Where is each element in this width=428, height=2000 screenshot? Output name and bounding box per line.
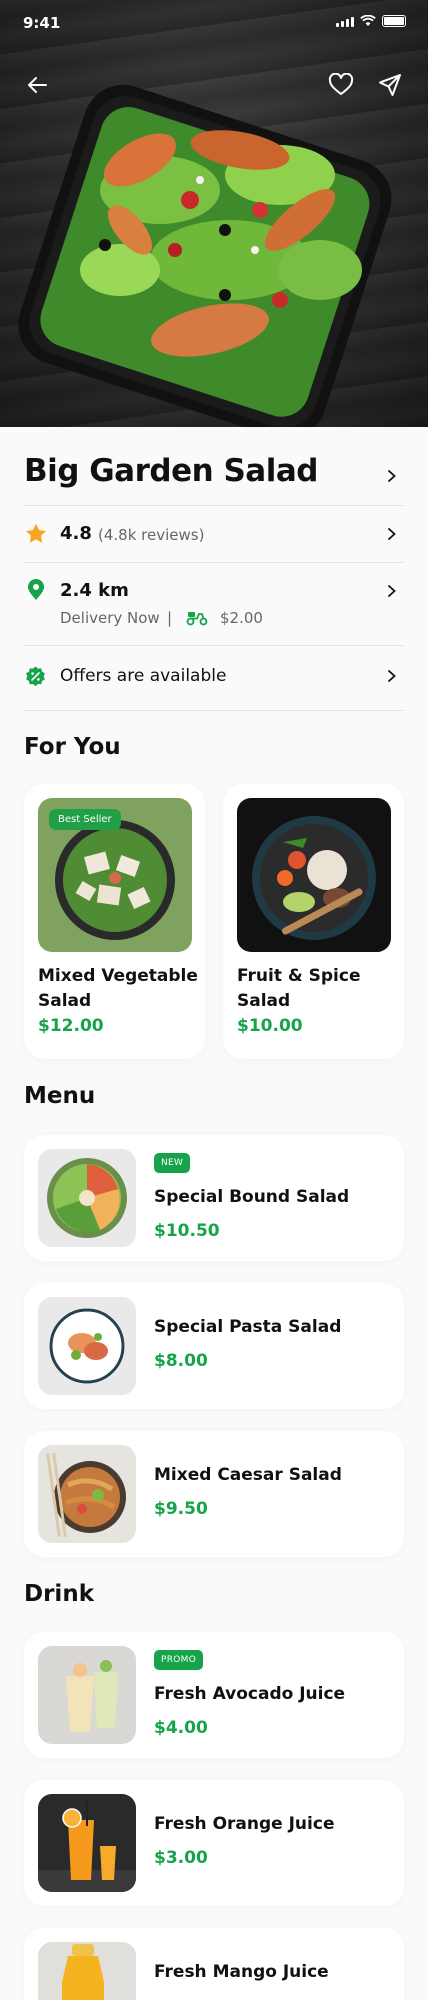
mixed-vegetable-salad-image: Best Seller (38, 798, 192, 952)
salad-bowl-image (18, 84, 392, 427)
hero-image: 9:41 (0, 0, 428, 427)
signal-icon (336, 17, 354, 27)
item-name: Fruit & Spice Salad (237, 966, 361, 1011)
item-price: $9.50 (154, 1499, 208, 1519)
discount-badge-icon (26, 666, 45, 687)
promo-tag: PROMO (154, 1650, 204, 1670)
chevron-right-icon (388, 670, 396, 682)
special-bound-salad-image (38, 1149, 136, 1247)
send-icon (379, 74, 401, 96)
item-price: $8.00 (154, 1351, 208, 1371)
item-name: Special Pasta Salad (154, 1317, 342, 1337)
menu-item-card[interactable]: Mixed Caesar Salad $9.50 (24, 1431, 404, 1557)
arrow-left-icon (28, 77, 47, 93)
divider (24, 710, 404, 711)
item-name: Mixed Caesar Salad (154, 1465, 342, 1485)
fruit-spice-salad-image (237, 798, 391, 952)
product-title: Big Garden Salad (24, 453, 318, 489)
chevron-right-icon (388, 528, 396, 540)
rating-value: 4.8 (60, 523, 92, 544)
offers-text: Offers are available (60, 666, 227, 686)
item-price: $10.50 (154, 1221, 220, 1241)
fresh-avocado-juice-image (38, 1646, 136, 1744)
delivery-status: Delivery Now (60, 609, 160, 627)
best-seller-badge: Best Seller (49, 809, 121, 830)
mixed-caesar-salad-image (38, 1445, 136, 1543)
delivery-row[interactable]: 2.4 km Delivery Now | $2.00 (24, 563, 404, 647)
item-price: $12.00 (38, 1016, 104, 1036)
for-you-title: For You (24, 734, 121, 760)
chevron-right-icon (388, 470, 396, 482)
item-name: Fresh Avocado Juice (154, 1684, 346, 1704)
distance-value: 2.4 km (60, 580, 129, 601)
wifi-icon (360, 15, 376, 26)
rating-row[interactable]: 4.8 (4.8k reviews) (24, 506, 404, 562)
item-price: $10.00 (237, 1016, 303, 1036)
drink-item-card[interactable]: PROMO Fresh Avocado Juice $4.00 (24, 1632, 404, 1758)
item-name: Mixed Vegetable Salad (38, 966, 198, 1011)
fresh-orange-juice-image (38, 1794, 136, 1892)
special-pasta-salad-image (38, 1297, 136, 1395)
menu-title: Menu (24, 1083, 96, 1109)
delivery-fee: $2.00 (220, 609, 263, 627)
menu-item-card[interactable]: NEW Special Bound Salad $10.50 (24, 1135, 404, 1261)
favorite-button[interactable] (324, 68, 358, 102)
item-name: Special Bound Salad (154, 1187, 350, 1207)
title-row[interactable]: Big Garden Salad (24, 453, 404, 501)
separator: | (167, 609, 173, 627)
review-count: (4.8k reviews) (98, 526, 205, 544)
offers-row[interactable]: Offers are available (24, 646, 404, 708)
drink-title: Drink (24, 1581, 94, 1607)
battery-icon (382, 15, 406, 27)
drink-item-card[interactable]: Fresh Orange Juice $3.00 (24, 1780, 404, 1906)
status-bar: 9:41 (0, 0, 428, 44)
scooter-icon (186, 612, 208, 626)
new-tag: NEW (154, 1153, 191, 1173)
menu-item-card[interactable]: Special Pasta Salad $8.00 (24, 1283, 404, 1409)
heart-icon (328, 73, 354, 95)
item-name: Fresh Mango Juice (154, 1962, 329, 1982)
item-price: $4.00 (154, 1718, 208, 1738)
star-icon (26, 523, 46, 543)
back-button[interactable] (20, 68, 54, 102)
fresh-mango-juice-image (38, 1942, 136, 2000)
drink-item-card[interactable]: Fresh Mango Juice (24, 1928, 404, 2000)
for-you-card[interactable]: Best Seller Mixed Vegetable Salad $12.00 (24, 784, 205, 1059)
for-you-card[interactable]: Fruit & Spice Salad $10.00 (223, 784, 404, 1059)
location-pin-icon (28, 579, 44, 600)
item-price: $3.00 (154, 1848, 208, 1868)
share-button[interactable] (373, 68, 407, 102)
chevron-right-icon (388, 585, 396, 597)
status-time: 9:41 (23, 14, 61, 32)
item-name: Fresh Orange Juice (154, 1814, 335, 1834)
status-icons (336, 15, 406, 27)
